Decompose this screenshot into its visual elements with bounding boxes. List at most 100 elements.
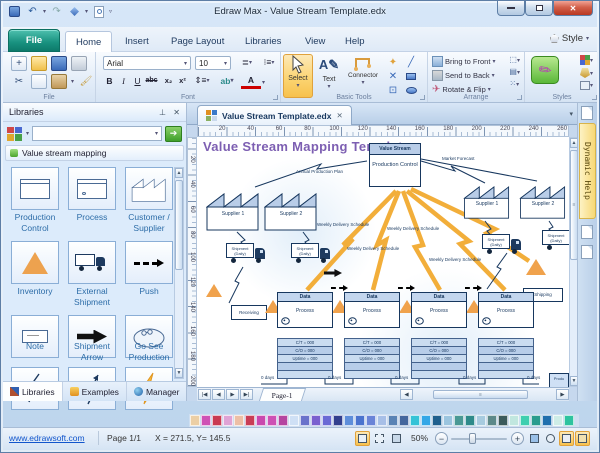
- library-search-box[interactable]: ▾: [32, 126, 162, 141]
- tab-examples-panel[interactable]: Examples: [63, 382, 127, 401]
- normal-view-button[interactable]: [355, 431, 370, 446]
- hscroll-right-icon[interactable]: ▶: [556, 389, 569, 400]
- palette-swatch[interactable]: [223, 415, 233, 426]
- font-size-combo[interactable]: 10▾: [195, 56, 231, 70]
- tab-help[interactable]: Help: [335, 31, 375, 52]
- tab-libraries-panel[interactable]: Libraries: [3, 382, 63, 401]
- palette-swatch[interactable]: [311, 415, 321, 426]
- edrawsoft-link[interactable]: www.edrawsoft.com: [9, 433, 85, 443]
- library-scroll-thumb[interactable]: [175, 180, 183, 270]
- shape-push[interactable]: [125, 241, 173, 284]
- tab-view[interactable]: View: [295, 31, 335, 52]
- title-bar[interactable]: ↶ ▾ ↷ ▾ ▿ Edraw Max - Value Stream Templ…: [1, 1, 599, 27]
- styles-dialog-launcher[interactable]: [592, 95, 597, 100]
- library-scrollbar[interactable]: ▲ ▼: [174, 167, 184, 379]
- palette-swatch[interactable]: [553, 415, 563, 426]
- scroll-down-icon[interactable]: ▼: [175, 368, 183, 378]
- shape-note[interactable]: [11, 315, 59, 358]
- palette-swatch[interactable]: [487, 415, 497, 426]
- palette-swatch[interactable]: [234, 415, 244, 426]
- shipment-truck-node[interactable]: Shipment (Daily): [226, 243, 270, 265]
- page-break-view-button[interactable]: [372, 431, 387, 446]
- highlight-button[interactable]: ab▾: [217, 74, 237, 87]
- bold-button[interactable]: B: [103, 74, 116, 87]
- palette-swatch[interactable]: [355, 415, 365, 426]
- shape-process[interactable]: [68, 167, 116, 210]
- palette-swatch[interactable]: [377, 415, 387, 426]
- shape-inventory[interactable]: [11, 241, 59, 284]
- text-tool-button[interactable]: A✎ Text ▾: [317, 54, 341, 98]
- superscript-button[interactable]: x²: [176, 74, 189, 87]
- strikethrough-button[interactable]: abc: [145, 74, 158, 87]
- process-node[interactable]: Data Process C/T = 000 C/O = 000 Uptime …: [277, 292, 333, 379]
- zoom-in-button[interactable]: +: [511, 432, 524, 445]
- style-button[interactable]: Style ▾: [550, 33, 589, 44]
- dynamic-help-tab[interactable]: Dynamic Help: [579, 123, 596, 219]
- supplier-node[interactable]: Supplier 2: [264, 187, 318, 231]
- new-document-icon[interactable]: +: [11, 56, 27, 71]
- drawing-page[interactable]: Value Stream Mapping Template Value Stre…: [197, 137, 569, 387]
- palette-swatch[interactable]: [289, 415, 299, 426]
- last-page-button[interactable]: ▶|: [240, 389, 253, 400]
- tab-manager-panel[interactable]: Manager: [127, 382, 188, 401]
- pane-icon[interactable]: [581, 225, 593, 239]
- hscroll-thumb[interactable]: ≡: [433, 390, 528, 399]
- erase-tool-icon[interactable]: ✕: [385, 69, 401, 84]
- cut-icon[interactable]: ✂: [11, 74, 27, 89]
- zoom-area-button[interactable]: [543, 431, 558, 446]
- pin-icon[interactable]: ⊥: [159, 108, 166, 117]
- document-close-icon[interactable]: ✕: [336, 111, 342, 120]
- line-style-button[interactable]: ▾: [580, 81, 593, 90]
- palette-swatch[interactable]: [399, 415, 409, 426]
- smart-shape-icon[interactable]: ✦: [385, 55, 401, 70]
- tab-page-layout[interactable]: Page Layout: [161, 31, 234, 52]
- library-go-button[interactable]: ➔: [165, 126, 182, 142]
- print-icon[interactable]: [71, 56, 87, 71]
- palette-swatch[interactable]: [421, 415, 431, 426]
- task-pane-icon[interactable]: [581, 106, 593, 120]
- receiving-node[interactable]: Receiving: [231, 305, 267, 320]
- palette-swatch[interactable]: [410, 415, 420, 426]
- inventory-triangle[interactable]: [206, 284, 222, 297]
- rectangle-tool-icon[interactable]: [403, 69, 419, 84]
- theme-colors-button[interactable]: ▾: [580, 55, 593, 65]
- tab-insert[interactable]: Insert: [115, 31, 159, 52]
- copy-icon[interactable]: [31, 74, 47, 89]
- fit-to-window-button[interactable]: [527, 431, 542, 446]
- palette-swatch[interactable]: [509, 415, 519, 426]
- palette-swatch[interactable]: [278, 415, 288, 426]
- file-menu-button[interactable]: File: [8, 29, 60, 52]
- push-arrow[interactable]: [465, 287, 478, 289]
- supplier-node[interactable]: Supplier 2: [519, 181, 567, 219]
- italic-button[interactable]: I: [117, 74, 130, 87]
- palette-swatch[interactable]: [520, 415, 530, 426]
- palette-swatch[interactable]: [388, 415, 398, 426]
- shape-customer-supplier[interactable]: [125, 167, 173, 210]
- palette-swatch[interactable]: [333, 415, 343, 426]
- basic-tools-dialog-launcher[interactable]: [420, 95, 425, 100]
- fill-style-button[interactable]: ▾: [580, 68, 593, 78]
- send-to-back-button[interactable]: Send to Back ▾: [432, 69, 495, 82]
- palette-swatch[interactable]: [432, 415, 442, 426]
- palette-swatch[interactable]: [531, 415, 541, 426]
- panel-close-icon[interactable]: ✕: [173, 108, 180, 117]
- palette-swatch[interactable]: [344, 415, 354, 426]
- process-node[interactable]: Data Process C/T = 000 C/O = 000 Uptime …: [344, 292, 400, 379]
- font-color-button[interactable]: A: [241, 74, 261, 89]
- open-icon[interactable]: [31, 56, 47, 71]
- palette-swatch[interactable]: [201, 415, 211, 426]
- shipment-truck-node[interactable]: Shipment (Daily): [482, 234, 526, 256]
- push-arrow[interactable]: [398, 287, 411, 289]
- supplier-node[interactable]: Supplier 1: [206, 187, 260, 231]
- whole-page-button[interactable]: [559, 431, 574, 446]
- process-node[interactable]: Data Process C/T = 000 C/O = 000 Uptime …: [478, 292, 534, 379]
- page-tab[interactable]: Page-1: [259, 388, 306, 401]
- zoom-out-button[interactable]: −: [435, 432, 448, 445]
- zoom-slider-thumb[interactable]: [469, 433, 476, 444]
- lead-time-node[interactable]: Produ: [549, 373, 569, 387]
- palette-swatch[interactable]: [465, 415, 475, 426]
- shape-external-shipment[interactable]: [68, 241, 116, 284]
- align-text-button[interactable]: ≣▾: [237, 56, 257, 69]
- page-width-button[interactable]: [575, 431, 590, 446]
- distribute-button[interactable]: ⁙▾: [509, 79, 520, 88]
